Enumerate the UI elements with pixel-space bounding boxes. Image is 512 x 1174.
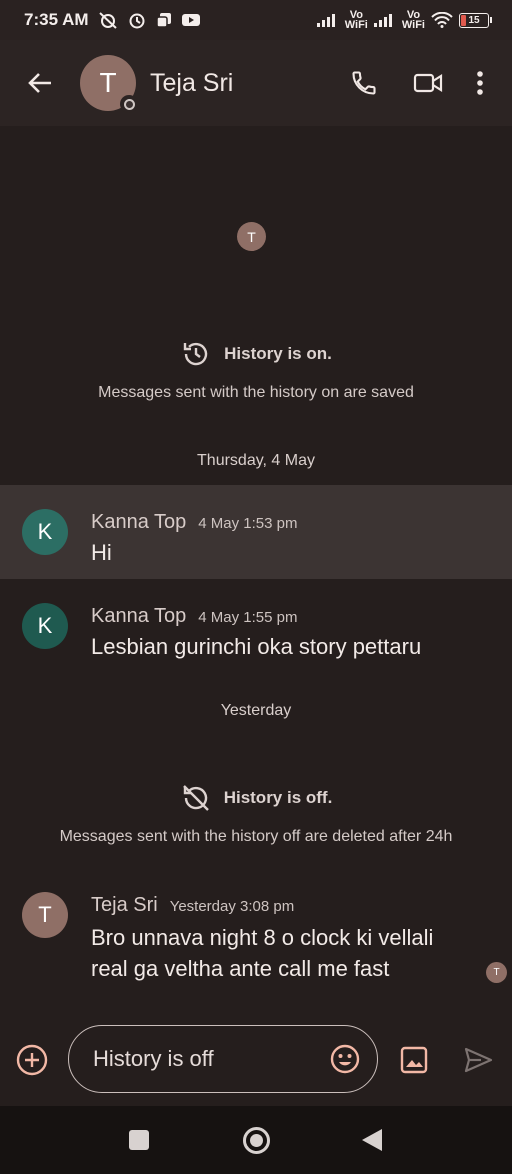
sender-name: Kanna Top xyxy=(91,511,187,533)
more-vert-icon xyxy=(477,71,483,95)
add-circle-icon xyxy=(16,1044,48,1076)
message-text: Hi xyxy=(91,540,112,565)
history-off-icon xyxy=(182,785,209,811)
back-button[interactable] xyxy=(16,59,64,107)
phone-icon xyxy=(352,71,376,95)
video-call-button[interactable] xyxy=(396,59,460,107)
home-button[interactable] xyxy=(243,1127,270,1154)
message-time: Yesterday 3:08 pm xyxy=(169,898,295,915)
history-off-notice: History is off. Messages sent with the h… xyxy=(0,782,512,846)
battery-level: 15 xyxy=(468,14,480,26)
status-bar: 7:35 AM Vo WiFi Vo WiFi 15 xyxy=(0,0,512,40)
message-time: 4 May 1:53 pm xyxy=(198,515,298,532)
youtube-icon xyxy=(181,14,200,26)
history-icon xyxy=(183,342,208,366)
video-camera-icon xyxy=(413,73,443,93)
message-item[interactable]: T Teja Sri Yesterday 3:08 pm Bro unnava … xyxy=(0,868,512,998)
contact-name[interactable]: Teja Sri xyxy=(150,69,233,98)
message-text: Bro unnava night 8 o clock ki vellali re… xyxy=(91,925,434,981)
voice-call-button[interactable] xyxy=(332,59,396,107)
system-back-button[interactable] xyxy=(362,1129,382,1151)
sender-avatar[interactable]: K xyxy=(22,509,68,555)
date-separator: Yesterday xyxy=(220,702,292,719)
history-off-title: History is off. xyxy=(223,788,333,807)
emoji-icon xyxy=(330,1044,360,1074)
emoji-button[interactable] xyxy=(329,1043,361,1075)
alarm-off-icon xyxy=(98,12,117,29)
recents-button[interactable] xyxy=(129,1130,149,1150)
send-button[interactable] xyxy=(462,1044,496,1078)
copy-icon xyxy=(155,13,171,28)
arrow-back-icon xyxy=(28,73,51,93)
vowifi-label: Vo WiFi xyxy=(344,9,368,31)
add-attachment-button[interactable] xyxy=(15,1043,49,1077)
message-input-placeholder: History is off xyxy=(93,1046,214,1071)
sender-avatar[interactable]: T xyxy=(22,892,68,938)
history-on-title: History is on. xyxy=(224,344,332,363)
system-navigation-bar xyxy=(0,1106,512,1174)
sender-avatar[interactable]: K xyxy=(22,603,68,649)
message-time: 4 May 1:55 pm xyxy=(198,609,298,626)
signal-icon xyxy=(316,14,335,27)
read-receipt-avatar: T xyxy=(486,962,507,983)
sender-name: Teja Sri xyxy=(91,894,158,916)
message-item[interactable]: K Kanna Top 4 May 1:53 pm Hi xyxy=(0,485,512,579)
message-list[interactable]: T History is on. Messages sent with the … xyxy=(0,126,512,1026)
wifi-icon xyxy=(431,12,453,28)
signal-icon-2 xyxy=(373,14,392,27)
history-off-subtitle: Messages sent with the history off are d… xyxy=(59,828,453,845)
sender-name: Kanna Top xyxy=(91,605,187,627)
history-on-subtitle: Messages sent with the history on are sa… xyxy=(98,384,414,401)
vowifi-label-2: Vo WiFi xyxy=(401,9,425,31)
battery-icon: 15 xyxy=(459,12,492,28)
message-item[interactable]: K Kanna Top 4 May 1:55 pm Lesbian gurinc… xyxy=(0,579,512,673)
message-input[interactable]: History is off xyxy=(68,1025,378,1093)
contact-avatar[interactable]: T xyxy=(80,55,138,113)
add-image-button[interactable] xyxy=(398,1044,430,1076)
alarm-icon xyxy=(129,13,145,29)
status-time: 7:35 AM xyxy=(24,10,89,29)
more-options-button[interactable] xyxy=(460,59,500,107)
message-composer: History is off xyxy=(0,1016,512,1106)
message-text: Lesbian gurinchi oka story pettaru xyxy=(91,634,422,659)
history-on-notice: History is on. Messages sent with the hi… xyxy=(0,338,512,402)
send-icon xyxy=(464,1047,493,1073)
date-separator: Thursday, 4 May xyxy=(197,452,315,469)
conversation-header: T Teja Sri xyxy=(0,40,512,126)
image-icon xyxy=(400,1046,428,1074)
presence-indicator xyxy=(120,95,138,113)
conversation-start-avatar: T xyxy=(237,222,266,251)
